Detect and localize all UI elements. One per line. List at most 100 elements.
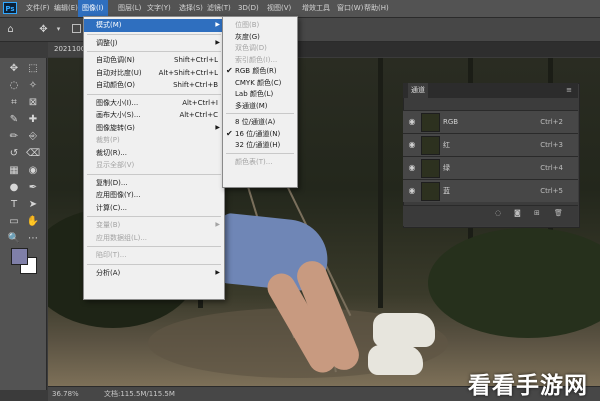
move-icon[interactable]: ✥ [7,62,21,76]
channels-panel-header: 通道 ≡ [403,83,578,98]
mode-menu-item[interactable]: 颜色表(T)... [223,156,297,169]
channel-name: RGB [443,118,459,126]
menu-item[interactable]: 图层(L) [114,0,145,17]
pen-icon[interactable]: ✒ [26,181,40,195]
channel-shortcut: Ctrl+3 [540,141,563,149]
image-menu-item[interactable]: 自动对比度(U) Alt+Shift+Ctrl+L [84,67,224,80]
image-menu-item[interactable]: 变量(B) ▶ [84,219,224,232]
submenu-arrow-icon: ▶ [215,221,220,228]
channel-thumbnail [421,159,440,178]
move-tool-icon[interactable]: ✥ [37,23,50,36]
channel-row[interactable]: ◉ RGB Ctrl+2 [403,110,578,133]
lasso-icon[interactable]: ◌ [7,79,21,93]
menu-item-label: Lab 颜色(L) [235,90,274,98]
channel-shortcut: Ctrl+4 [540,164,563,172]
menu-item[interactable]: 文件(F) [22,0,54,17]
dotted-circle-icon[interactable]: ◌ [495,209,501,217]
eyedropper-icon[interactable]: ✎ [7,113,21,127]
submenu-arrow-icon: ▶ [215,38,220,46]
image-menu-item[interactable]: 裁剪(P) [84,134,224,147]
mode-menu-item[interactable]: 多通道(M) [223,100,297,113]
menu-item-label: 应用数据组(L)... [96,233,148,242]
menu-item-label: 计算(C)... [96,203,128,212]
channel-thumbnail [421,136,440,155]
image-menu-item[interactable]: 裁切(R)... [84,147,224,160]
shape-icon[interactable]: ▭ [7,215,21,229]
home-icon[interactable]: ⌂ [4,23,17,36]
auto-select-checkbox[interactable] [72,24,81,33]
menu-item[interactable]: 文字(Y) [143,0,175,17]
image-menu-item[interactable]: 显示全部(V) [84,159,224,172]
menu-item-label: 自动色调(N) [96,56,135,64]
eye-icon[interactable]: ◉ [406,116,418,128]
sneaker [368,345,423,375]
image-menu-item[interactable]: 图像旋转(G) ▶ [84,122,224,135]
hand-icon[interactable]: ✋ [26,215,40,229]
dodge-icon[interactable]: ● [7,181,21,195]
eraser-icon[interactable]: ⌫ [26,147,40,161]
brush-icon[interactable]: ✏ [7,130,21,144]
menu-item-label: 裁切(R)... [96,148,128,157]
channel-shortcut: Ctrl+5 [540,187,563,195]
image-menu-item[interactable]: 调整(J) ▶ [84,37,224,50]
image-menu-item[interactable]: 复制(D)... [84,177,224,190]
menu-item[interactable]: 滤镜(T) [203,0,235,17]
new-channel-icon[interactable]: ⊞ [534,209,540,217]
menu-item-shortcut: Shift+Ctrl+L [174,56,218,64]
image-menu-item[interactable]: 应用图像(Y)... [84,189,224,202]
channel-name: 绿 [443,164,450,172]
eye-icon[interactable]: ◉ [406,185,418,197]
menu-item-label: RGB 颜色(R) [235,67,277,75]
image-menu-item[interactable]: 图像大小(I)... Alt+Ctrl+I [84,97,224,110]
image-menu-item[interactable]: 画布大小(S)... Alt+Ctrl+C [84,109,224,122]
eye-icon[interactable]: ◉ [406,162,418,174]
marquee-icon[interactable]: ⬚ [26,62,40,76]
zoom-icon[interactable]: 🔍 [7,232,21,246]
menu-item-shortcut: Alt+Ctrl+C [179,111,218,119]
sneaker [373,313,435,347]
menu-item[interactable]: 增效工具 [298,0,334,17]
image-menu-item[interactable]: 应用数据组(L)... [84,232,224,245]
frame-icon[interactable]: ⊠ [26,96,40,110]
menu-item-shortcut: Alt+Ctrl+I [182,98,218,107]
menu-item[interactable]: 图像(I) [78,0,108,17]
fence-post [378,58,383,308]
foreground-color-swatch[interactable] [11,248,28,265]
channel-row[interactable]: ◉ 绿 Ctrl+4 [403,156,578,179]
menu-item[interactable]: 帮助(H) [360,0,393,17]
image-menu-item[interactable]: 自动颜色(O) Shift+Ctrl+B [84,79,224,92]
healing-icon[interactable]: ✚ [26,113,40,127]
eye-icon[interactable]: ◉ [406,139,418,151]
channel-row[interactable]: ◉ 蓝 Ctrl+5 [403,179,578,202]
image-menu-item[interactable]: 分析(A) ▶ [84,267,224,280]
mode-submenu: 位图(B) 灰度(G) 双色调(D) 索引颜色(I)... ✔ RGB 颜色(R) CMYK… [222,16,298,188]
channels-tab[interactable]: 通道 [408,83,428,98]
channel-name: 红 [443,141,450,149]
menu-item-label: 图像大小(I)... [96,98,139,107]
menu-item[interactable]: 3D(D) [234,0,263,17]
more-icon[interactable]: ⋯ [26,232,40,246]
blur-icon[interactable]: ◉ [26,164,40,178]
menu-item-label: 图像旋转(G) [96,123,135,132]
magic-wand-icon[interactable]: ✧ [26,79,40,93]
channel-row[interactable]: ◉ 红 Ctrl+3 [403,133,578,156]
channels-panel-footer: ◌ ◙ ⊞ 🗑 [403,205,578,226]
mask-icon[interactable]: ◙ [514,209,521,217]
crop-icon[interactable]: ⌗ [7,96,21,110]
menu-item[interactable]: 视图(V) [263,0,295,17]
mode-menu-item[interactable]: 32 位/通道(H) [223,139,297,152]
trash-icon[interactable]: 🗑 [554,209,563,217]
gradient-icon[interactable]: ▦ [7,164,21,178]
image-menu-item[interactable]: 陷印(T)... [84,249,224,262]
image-menu-item[interactable]: 模式(M) ▶ [84,19,224,32]
image-menu-item[interactable]: 计算(C)... [84,202,224,215]
menu-separator [87,51,221,52]
panel-menu-icon[interactable]: ≡ [566,83,572,98]
history-brush-icon[interactable]: ↺ [7,147,21,161]
stamp-icon[interactable]: ⎆ [26,130,40,144]
type-icon[interactable]: T [7,198,21,212]
chevron-down-icon[interactable]: ▾ [52,23,65,36]
image-menu-item[interactable]: 自动色调(N) Shift+Ctrl+L [84,54,224,67]
zoom-level[interactable]: 36.78% [52,387,79,401]
path-select-icon[interactable]: ➤ [26,198,40,212]
